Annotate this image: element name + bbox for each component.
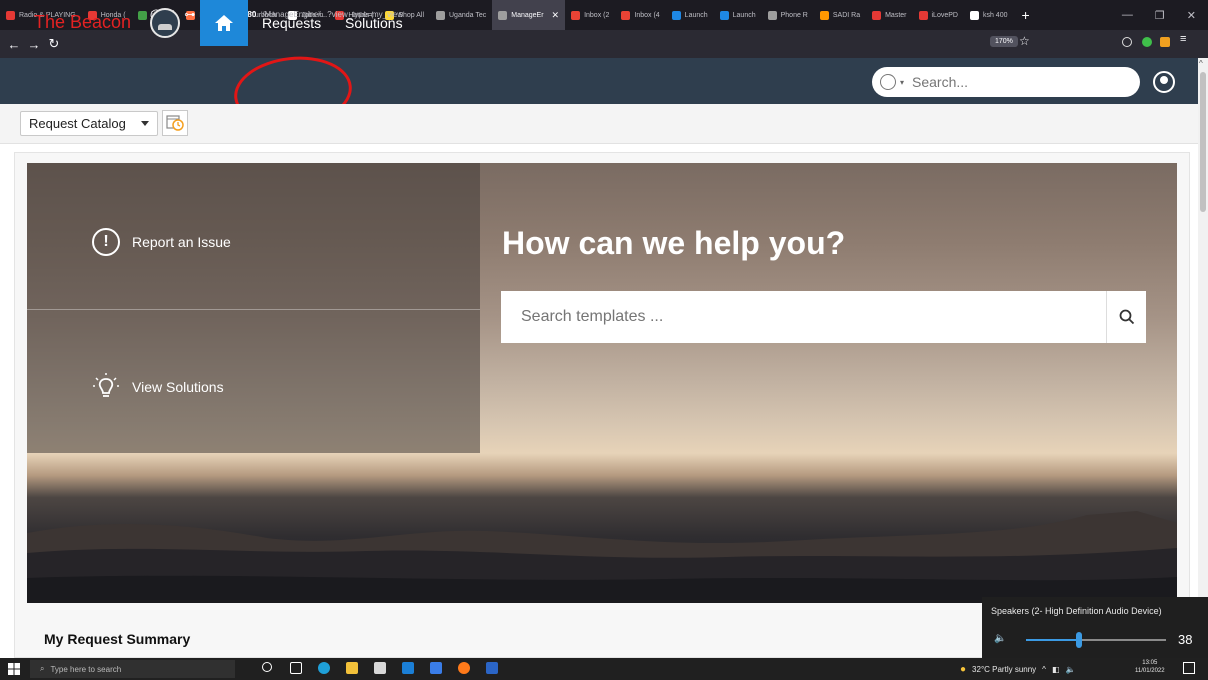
history-button[interactable] [162, 110, 188, 136]
volume-flyout: Speakers (2- High Definition Audio Devic… [982, 597, 1208, 658]
minimize-icon[interactable]: — [1122, 9, 1133, 21]
menu-icon[interactable]: ≡ [1180, 33, 1190, 45]
bookmark-star-icon[interactable]: ☆ [1019, 34, 1030, 48]
forward-icon[interactable]: → [24, 37, 44, 52]
notifications-icon[interactable] [1183, 662, 1195, 674]
quick-actions-panel [27, 163, 480, 453]
pocket-icon[interactable] [1122, 37, 1132, 47]
template-search-button[interactable] [1106, 291, 1146, 343]
lightbulb-icon [93, 373, 119, 397]
volume-level: 38 [1178, 632, 1193, 647]
audio-device-label[interactable]: Speakers (2- High Definition Audio Devic… [991, 606, 1162, 616]
brand-name[interactable]: The Beacon [34, 12, 131, 33]
file-explorer-icon[interactable] [346, 662, 358, 674]
key-icon: ⊶ [184, 8, 196, 21]
clock-date: 11/01/2022 [1135, 668, 1165, 674]
exclamation-icon: ! [92, 228, 120, 256]
scroll-thumb[interactable] [1200, 72, 1206, 212]
request-summary-title: My Request Summary [44, 631, 191, 647]
reload-icon[interactable]: ↻ [44, 36, 64, 52]
volume-fill [1026, 639, 1080, 641]
network-icon[interactable]: ◧ [1052, 665, 1060, 674]
template-search-input[interactable] [501, 292, 1106, 342]
search-icon [880, 74, 896, 90]
chevron-up-icon[interactable]: ^ [1042, 665, 1046, 674]
chevron-down-icon [141, 121, 149, 126]
taskbar-search[interactable]: ⌕ Type here to search [30, 660, 235, 678]
report-issue-label: Report an Issue [132, 234, 231, 250]
search-icon: ⌕ [40, 664, 45, 673]
clock-time: 13:05 [1142, 660, 1158, 666]
store-icon[interactable] [374, 662, 386, 674]
firefox-icon[interactable] [458, 662, 470, 674]
taskbar-clock[interactable]: 13:05 11/01/2022 [1135, 659, 1165, 675]
user-avatar-icon[interactable] [1153, 71, 1175, 93]
template-search[interactable] [501, 291, 1146, 343]
weather-icon[interactable]: ● [960, 664, 966, 675]
tab-favicon-icon [137, 10, 147, 20]
global-search[interactable]: ▾ [872, 67, 1140, 97]
task-view-icon[interactable] [290, 662, 302, 674]
zoom-badge[interactable]: 170% [990, 36, 1018, 47]
request-catalog-label: Request Catalog [29, 116, 126, 131]
calendar-clock-icon [166, 115, 184, 131]
search-icon [1119, 309, 1134, 325]
window-controls: — ❐ ✕ [1122, 0, 1208, 30]
request-catalog-dropdown[interactable]: Request Catalog [20, 111, 158, 136]
scroll-up-icon[interactable]: ^ [1199, 59, 1203, 68]
cortana-icon[interactable] [262, 662, 272, 672]
chevron-down-icon[interactable]: ▾ [900, 78, 904, 87]
edge-icon[interactable] [318, 662, 330, 674]
system-tray: ● 32°C Partly sunny ^ ◧ 🔈 [960, 660, 1075, 678]
report-issue-link[interactable]: ! Report an Issue [92, 228, 231, 256]
taskbar-search-placeholder: Type here to search [50, 664, 122, 674]
panel-divider [27, 309, 480, 310]
nav-requests[interactable]: Requests [262, 15, 321, 31]
word-icon[interactable] [486, 662, 498, 674]
mountain-landscape [27, 511, 1177, 603]
home-button[interactable] [200, 0, 248, 46]
volume-slider-thumb[interactable] [1076, 632, 1083, 648]
view-solutions-link[interactable]: View Solutions [92, 372, 224, 402]
mail-icon[interactable] [402, 662, 414, 674]
home-icon [215, 15, 233, 31]
extension-orange-icon[interactable] [1160, 37, 1170, 47]
hero-title: How can we help you? [502, 225, 846, 261]
windows-start-icon[interactable] [8, 663, 20, 675]
global-search-input[interactable] [912, 74, 1113, 90]
weather-text[interactable]: 32°C Partly sunny [972, 665, 1036, 674]
chat-app-icon[interactable] [430, 662, 442, 674]
extension-green-icon[interactable] [1142, 37, 1152, 47]
back-icon[interactable]: ← [4, 37, 24, 52]
view-solutions-label: View Solutions [132, 379, 224, 395]
nav-solutions[interactable]: Solutions [345, 15, 403, 31]
brand-logo-icon [150, 8, 180, 38]
speaker-icon[interactable]: 🔈 [994, 633, 1006, 644]
tab-favicon-icon [6, 10, 15, 20]
close-window-icon[interactable]: ✕ [1187, 9, 1196, 22]
volume-tray-icon[interactable]: 🔈 [1066, 665, 1076, 674]
maximize-icon[interactable]: ❐ [1155, 9, 1165, 22]
